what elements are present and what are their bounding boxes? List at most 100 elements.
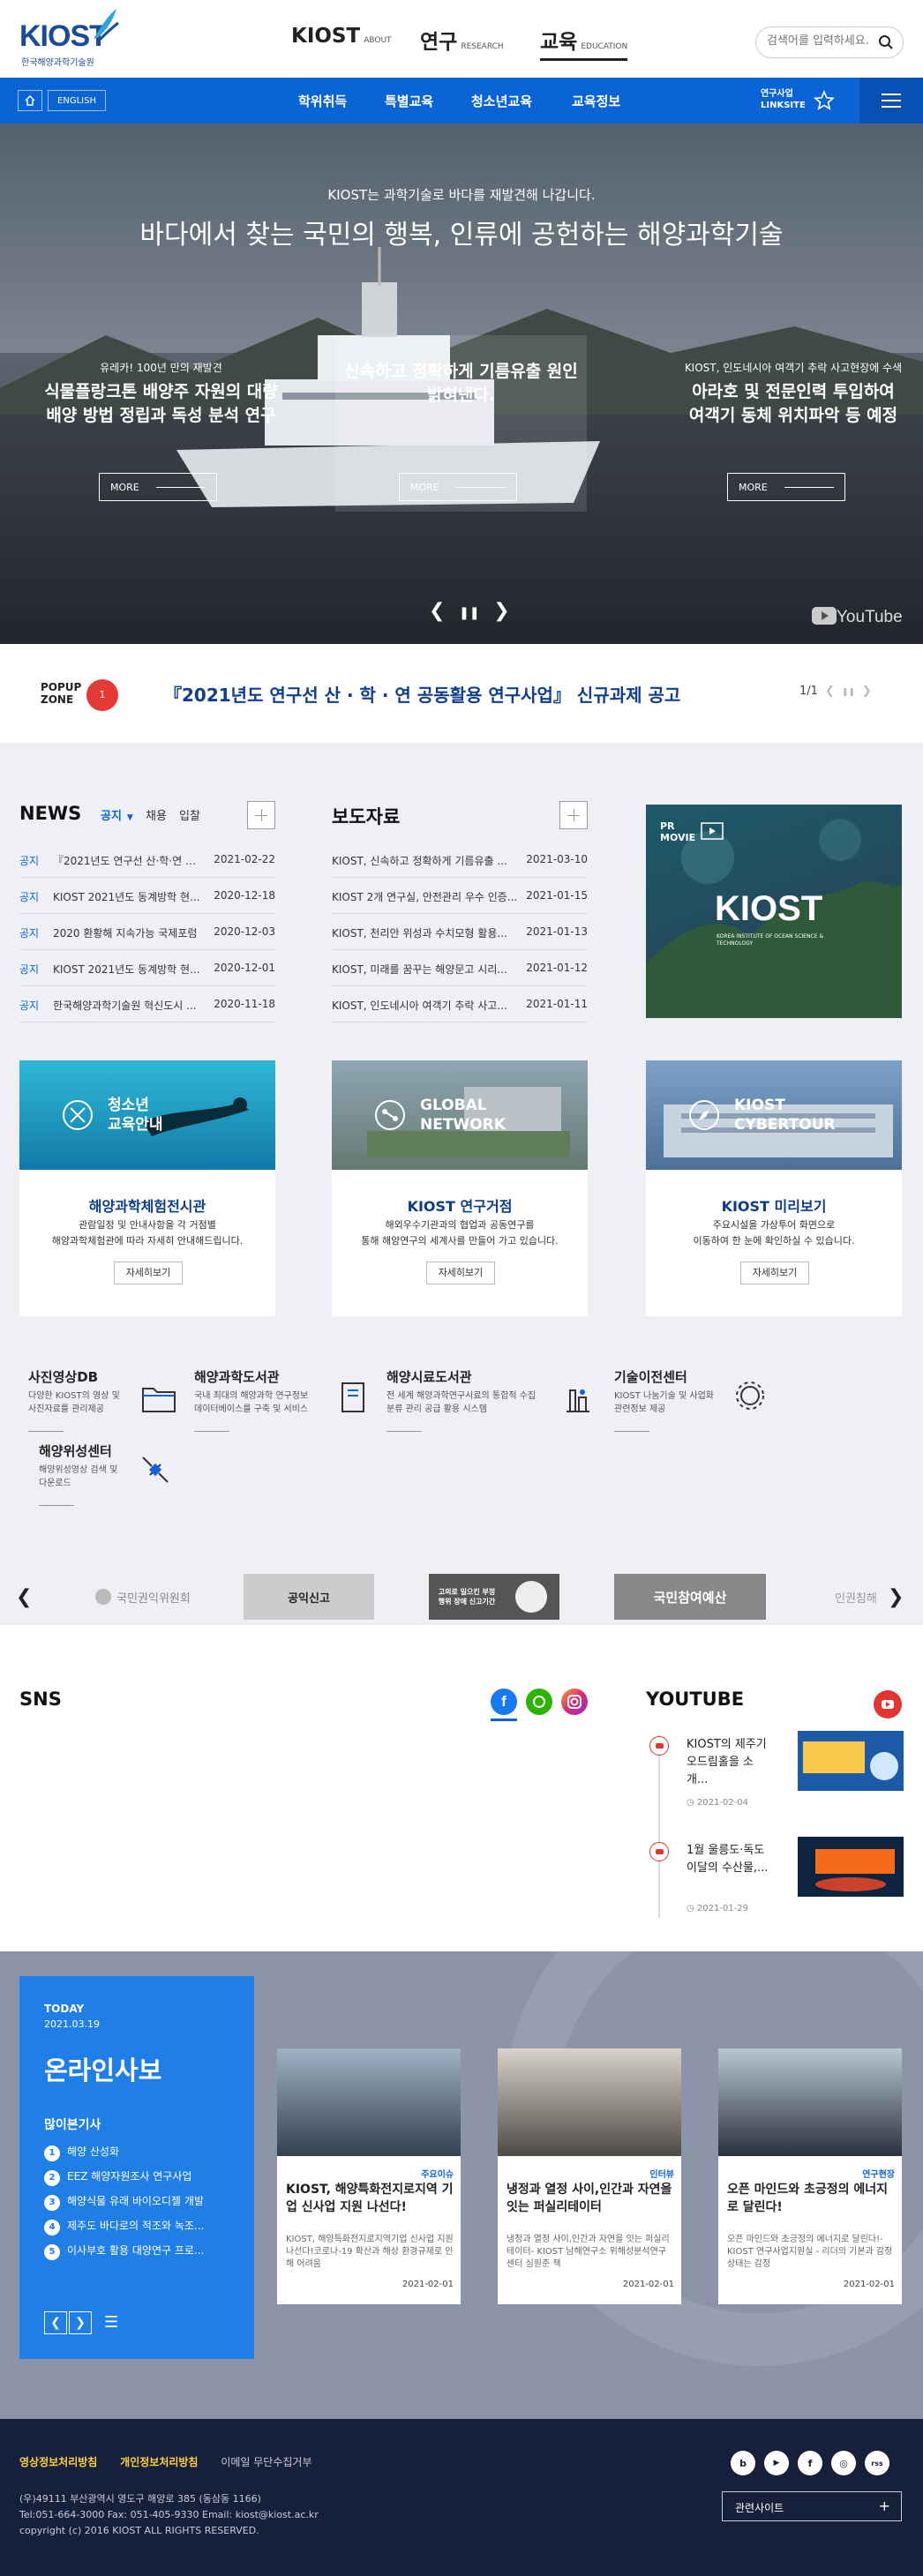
popular-article[interactable]: 5 이사부호 활용 대양연구 프로... (44, 2243, 247, 2260)
news-tabs: 공지 ▼ 채용 입찰 (101, 806, 200, 823)
banner-human-rights[interactable]: 인권침해 (835, 1574, 881, 1620)
gear-icon (736, 1382, 764, 1410)
press-row[interactable]: KIOST, 인도네시아 여객기 추락 사고... 2021-01-11 (332, 987, 588, 1022)
news-row-title: 『2021년도 연구선 산·학·연 공... (53, 855, 205, 867)
banner-next-icon[interactable]: ❯ (888, 1586, 904, 1608)
news-row[interactable]: 공지 KIOST 2021년도 동계방학 현... 2020-12-01 (19, 951, 275, 986)
service-underline (194, 1431, 229, 1432)
privacy-policy-link[interactable]: 개인정보처리방침 (120, 2456, 198, 2468)
pr-movie-panel[interactable]: PR MOVIE KIOST KOREA INSTITUTE OF OCEAN S… (646, 805, 902, 1018)
submenu-special[interactable]: 특별교육 (385, 92, 433, 110)
banner-misconduct[interactable]: 고의로 일으킨 부정행위 장애 신고기간 (429, 1574, 559, 1620)
news-tab-bid[interactable]: 입찰 (179, 810, 200, 823)
pause-icon[interactable]: ❚❚ (459, 606, 479, 620)
rss-footer-icon[interactable]: rss (865, 2451, 889, 2475)
service-underline (614, 1431, 649, 1432)
popular-article[interactable]: 2 EEZ 해양자원조사 연구사업 (44, 2168, 247, 2186)
facebook-footer-icon[interactable]: f (798, 2451, 822, 2475)
footer-info: (우)49111 부산광역시 영도구 해양로 385 (동삼동 1166) Te… (19, 2491, 319, 2539)
all-menu-button[interactable] (859, 78, 923, 124)
email-policy-link[interactable]: 이메일 무단수집거부 (221, 2456, 311, 2468)
submenu-info[interactable]: 교육정보 (572, 92, 620, 110)
banner-participatory-budget[interactable]: 국민참여예산 (614, 1574, 766, 1620)
popup-pager: 1/1 ❮ ❚❚ ❯ (799, 685, 872, 698)
webzine-title[interactable]: 온라인사보 (44, 2050, 161, 2087)
nav-education[interactable]: 교육 EDUCATION (540, 25, 628, 61)
video-policy-link[interactable]: 영상정보처리방침 (19, 2456, 97, 2468)
star-icon[interactable] (814, 90, 835, 111)
popular-article[interactable]: 1 해양 산성화 (44, 2144, 247, 2161)
webzine-news-card[interactable]: 연구현장 오픈 마인드와 초긍정의 에너지로 달린다! 오픈 마인드와 초긍정의 에… (718, 2048, 902, 2304)
related-sites-select[interactable]: 관련사이트 + (722, 2491, 902, 2521)
webzine-news-card[interactable]: 주요이슈 KIOST, 해양특화전지로지역 기업 신사업 지원 나선다! KIOST… (277, 2048, 461, 2304)
service-satellite[interactable]: 해양위성센터 해양위성영상 검색 및 다운로드 (39, 1442, 206, 1506)
news-row[interactable]: 공지 KIOST 2021년도 동계방학 현... 2020-12-18 (19, 879, 275, 914)
popup-next-icon[interactable]: ❯ (862, 685, 872, 698)
news-row[interactable]: 공지 한국해양과학기술원 혁신도시 ... 2020-11-18 (19, 987, 275, 1022)
press-row-date: 2021-01-15 (526, 889, 588, 902)
search-icon[interactable] (878, 34, 894, 50)
banner-prev-icon[interactable]: ❮ (16, 1586, 32, 1608)
hero-more-button[interactable]: MORE (399, 473, 517, 501)
hero-more-button[interactable]: MORE (99, 473, 217, 501)
service-sample-library[interactable]: 해양시료도서관 전 세계 해양과학연구시료의 통합적 수집 분류 관리 공급 활용… (386, 1367, 554, 1432)
news-tab-recruit[interactable]: 채용 (146, 810, 167, 823)
press-row[interactable]: KIOST, 신속하고 정확하게 기름유출 ... 2021-03-10 (332, 842, 588, 878)
linksite-button[interactable]: 연구사업 LINKSITE (761, 88, 806, 111)
card-research-base[interactable]: GLOBAL NETWORK KIOST 연구거점 해외우수기관과의 협업과 공동… (332, 1060, 588, 1316)
card-image: 청소년 교육안내 (19, 1060, 275, 1170)
news-tab-notice[interactable]: 공지 (101, 810, 122, 823)
hero-more-button[interactable]: MORE (727, 473, 845, 501)
webzine-next-icon[interactable]: ❯ (69, 2311, 92, 2334)
list-icon[interactable]: ☰ (104, 2313, 118, 2332)
youtube-item[interactable]: 1월 울릉도·독도 이달의 수산물,... ◷ 2021-01-29 (646, 1837, 911, 1925)
search-input[interactable] (767, 34, 873, 48)
site-logo[interactable]: KIOST 한국해양과학기술원 (19, 7, 119, 68)
press-row[interactable]: KIOST, 미래를 꿈꾸는 해양문고 시리... 2021-01-12 (332, 951, 588, 986)
popup-notice-link[interactable]: 『2021년도 연구선 산 · 학 · 연 공동활용 연구사업』 신규과제 공고 (164, 681, 680, 707)
next-slide-icon[interactable]: ❯ (493, 600, 509, 622)
news-row[interactable]: 공지 2020 환황해 지속가능 국제포럼 2020-12-03 (19, 915, 275, 950)
news-row[interactable]: 공지 『2021년도 연구선 산·학·연 공... 2021-02-22 (19, 842, 275, 878)
hero-card-title: 신속하고 정확하게 기름유출 원인 밝혀낸다. (335, 360, 587, 408)
detail-button[interactable]: 자세히보기 (740, 1262, 809, 1284)
popup-pause-icon[interactable]: ❚❚ (842, 688, 855, 697)
english-button[interactable]: ENGLISH (48, 90, 106, 111)
folder-icon (142, 1388, 176, 1412)
instagram-footer-icon[interactable]: ◎ (831, 2451, 856, 2475)
webzine-news-card[interactable]: 인터뷰 냉정과 열정 사이,인간과 자연을 잇는 퍼실리테이터 냉정과 열정 사이,… (498, 2048, 681, 2304)
news-more-button[interactable] (247, 801, 275, 829)
prev-slide-icon[interactable]: ❮ (429, 600, 445, 622)
press-more-button[interactable] (559, 801, 588, 829)
youtube-logo[interactable]: YouTube (812, 607, 903, 627)
home-button[interactable] (18, 90, 42, 111)
blog-glyph-icon (533, 1696, 545, 1708)
submenu-youth[interactable]: 청소년교육 (471, 92, 532, 110)
blog-footer-icon[interactable]: b (731, 2451, 755, 2475)
submenu-degree[interactable]: 학위취득 (298, 92, 347, 110)
press-row[interactable]: KIOST, 천리안 위성과 수치모형 활용... 2021-01-13 (332, 915, 588, 950)
press-row[interactable]: KIOST 2개 연구실, 안전관리 우수 인증... 2021-01-15 (332, 879, 588, 914)
popup-prev-icon[interactable]: ❮ (825, 685, 835, 698)
youtube-item[interactable]: KIOST의 제주기 오드림홀을 소개... ◷ 2021-02-04 (646, 1731, 911, 1819)
hero-card-line: 밝혀낸다. (426, 386, 496, 405)
youtube-footer-icon[interactable]: ▶ (764, 2451, 789, 2475)
banner-acrc[interactable]: 국민권익위원회 (78, 1574, 208, 1620)
card-cybertour[interactable]: KIOST CYBERTOUR KIOST 미리보기 주요시설을 가상투어 화면으… (646, 1060, 902, 1316)
nav-research[interactable]: 연구 RESEARCH (420, 25, 504, 55)
youtube-play-icon (812, 607, 837, 625)
instagram-icon[interactable] (561, 1689, 588, 1715)
popup-zone-label: POPUP ZONE (41, 681, 81, 706)
popular-article[interactable]: 3 해양식물 유래 바이오디젤 개발 (44, 2193, 247, 2211)
news-photo (277, 2048, 461, 2156)
facebook-icon[interactable]: f (491, 1689, 517, 1715)
detail-button[interactable]: 자세히보기 (426, 1262, 495, 1284)
popular-article[interactable]: 4 제주도 바다로의 적조와 녹조... (44, 2218, 247, 2235)
blog-icon[interactable] (526, 1689, 552, 1715)
webzine-prev-icon[interactable]: ❮ (44, 2311, 67, 2334)
banner-public-report[interactable]: 공익신고 (244, 1574, 374, 1620)
nav-about[interactable]: KIOST ABOUT (291, 25, 392, 48)
detail-button[interactable]: 자세히보기 (114, 1262, 183, 1284)
youtube-channel-icon[interactable] (874, 1690, 902, 1719)
card-experience-hall[interactable]: 청소년 교육안내 해양과학체험전시관 관람일정 및 안내사항을 각 거점별 해양과학… (19, 1060, 275, 1316)
